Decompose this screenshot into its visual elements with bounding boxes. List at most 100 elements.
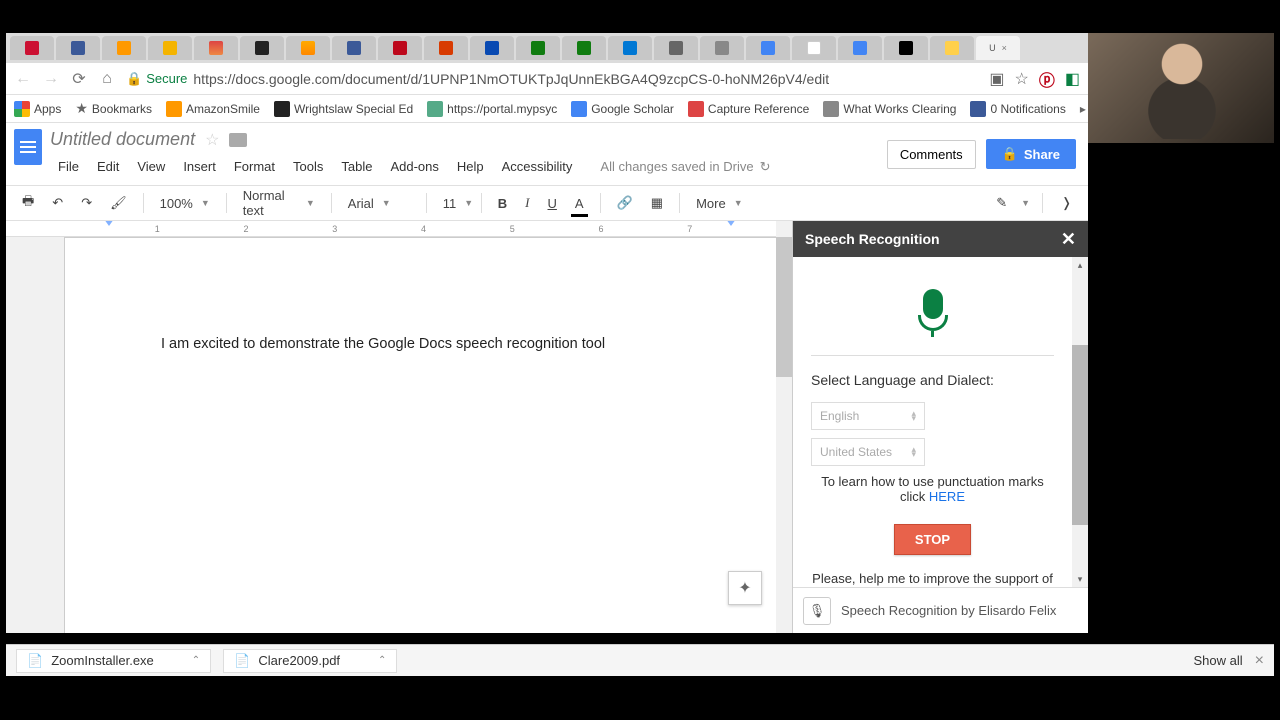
browser-tab[interactable] (424, 36, 468, 60)
home-button[interactable]: ⌂ (98, 70, 116, 88)
paint-format-button[interactable]: 🖌 (104, 191, 133, 215)
underline-button[interactable]: U (542, 192, 563, 215)
menu-help[interactable]: Help (449, 156, 492, 177)
editing-mode-caret[interactable]: ▼ (1021, 198, 1030, 208)
bold-button[interactable]: B (492, 192, 513, 215)
apps-button[interactable]: Apps (14, 101, 61, 117)
menu-accessibility[interactable]: Accessibility (494, 156, 581, 177)
menu-table[interactable]: Table (333, 156, 380, 177)
bookmark-item[interactable]: What Works Clearing (823, 101, 956, 117)
menu-insert[interactable]: Insert (175, 156, 224, 177)
browser-tab[interactable] (240, 36, 284, 60)
bookmarks-button[interactable]: Bookmarks (75, 100, 152, 117)
redo-button[interactable]: ↷ (75, 191, 98, 215)
editing-mode-button[interactable]: ✎ (990, 191, 1013, 215)
reload-button[interactable]: ⟳ (70, 70, 88, 88)
menu-edit[interactable]: Edit (89, 156, 127, 177)
browser-tab[interactable] (746, 36, 790, 60)
share-button[interactable]: 🔒Share (986, 139, 1076, 169)
move-to-folder-button[interactable] (229, 133, 247, 147)
browser-tab[interactable] (286, 36, 330, 60)
browser-tab-active[interactable]: U× (976, 36, 1020, 60)
scrollbar-thumb[interactable] (1072, 345, 1088, 525)
font-size-select[interactable]: 11▼ (437, 196, 471, 211)
microphone-icon[interactable] (916, 289, 950, 331)
tab-close-icon[interactable]: × (1002, 43, 1007, 53)
extension-icon[interactable]: ◧ (1065, 69, 1080, 89)
docs-logo[interactable] (6, 123, 50, 185)
menu-addons[interactable]: Add-ons (382, 156, 446, 177)
history-icon[interactable]: ↻ (760, 159, 771, 175)
language-select[interactable]: English▴▾ (811, 402, 925, 430)
bookmark-overflow[interactable]: ▸ (1080, 102, 1086, 116)
browser-tab[interactable] (378, 36, 422, 60)
panel-scrollbar[interactable]: ▴ ▾ (1072, 257, 1088, 587)
chevron-up-icon[interactable]: ⌃ (378, 655, 386, 666)
undo-button[interactable]: ↶ (46, 191, 69, 215)
bookmark-item[interactable]: https://portal.mypsyc (427, 101, 557, 117)
scrollbar-thumb[interactable] (776, 237, 792, 377)
dialect-select[interactable]: United States▴▾ (811, 438, 925, 466)
ruler-indent-marker[interactable] (104, 221, 114, 226)
star-icon[interactable]: ☆ (1015, 69, 1029, 89)
browser-tab[interactable] (470, 36, 514, 60)
browser-tab[interactable] (884, 36, 928, 60)
document-title[interactable]: Untitled document (50, 129, 195, 150)
collapse-button[interactable]: ❭ (1055, 191, 1078, 215)
bookmark-item[interactable]: Wrightslaw Special Ed (274, 101, 413, 117)
link-button[interactable]: 🔗 (611, 191, 639, 215)
browser-tab[interactable] (516, 36, 560, 60)
text-color-button[interactable]: A (569, 192, 590, 215)
browser-tab[interactable] (700, 36, 744, 60)
scroll-down-button[interactable]: ▾ (1072, 571, 1088, 587)
italic-button[interactable]: I (519, 191, 535, 215)
browser-tab[interactable] (332, 36, 376, 60)
download-item[interactable]: 📄 ZoomInstaller.exe ⌃ (16, 649, 211, 673)
star-button[interactable]: ☆ (205, 130, 219, 150)
pinterest-icon[interactable]: ⓟ (1039, 67, 1055, 91)
document-page[interactable]: I am excited to demonstrate the Google D… (64, 237, 776, 633)
browser-tab[interactable] (792, 36, 836, 60)
bookmark-item[interactable]: Google Scholar (571, 101, 674, 117)
stop-button[interactable]: STOP (894, 524, 971, 555)
close-panel-button[interactable]: ✕ (1061, 229, 1076, 250)
close-downloads-bar[interactable]: × (1255, 652, 1264, 670)
comments-button[interactable]: Comments (887, 140, 976, 169)
print-button[interactable]: 🖶 (16, 188, 40, 218)
url-box[interactable]: 🔒Secure https://docs.google.com/document… (126, 71, 979, 87)
chevron-up-icon[interactable]: ⌃ (192, 655, 200, 666)
more-button[interactable]: More▼ (690, 196, 749, 211)
menu-format[interactable]: Format (226, 156, 283, 177)
back-button[interactable]: ← (14, 70, 32, 88)
browser-tab[interactable] (654, 36, 698, 60)
help-link[interactable]: HERE (929, 489, 965, 504)
browser-tab[interactable] (56, 36, 100, 60)
browser-tab[interactable] (562, 36, 606, 60)
camera-icon[interactable]: ▣ (989, 69, 1004, 89)
zoom-select[interactable]: 100%▼ (154, 196, 216, 211)
bookmark-item[interactable]: AmazonSmile (166, 101, 260, 117)
ruler[interactable]: 1 2 3 4 5 6 7 (6, 221, 776, 237)
browser-tab[interactable] (194, 36, 238, 60)
style-select[interactable]: Normal text▼ (237, 188, 321, 218)
menu-tools[interactable]: Tools (285, 156, 331, 177)
browser-tab[interactable] (10, 36, 54, 60)
bookmark-item[interactable]: Capture Reference (688, 101, 809, 117)
addon-icon[interactable]: 🎙 (803, 597, 831, 625)
browser-tab[interactable] (930, 36, 974, 60)
show-all-downloads[interactable]: Show all (1194, 653, 1243, 668)
explore-button[interactable]: ✦ (728, 571, 762, 605)
forward-button[interactable]: → (42, 70, 60, 88)
font-select[interactable]: Arial▼ (342, 196, 416, 211)
bookmark-item[interactable]: 0 Notifications (970, 101, 1065, 117)
scroll-up-button[interactable]: ▴ (1072, 257, 1088, 273)
menu-file[interactable]: File (50, 156, 87, 177)
browser-tab[interactable] (102, 36, 146, 60)
browser-tab[interactable] (838, 36, 882, 60)
download-item[interactable]: 📄 Clare2009.pdf ⌃ (223, 649, 397, 673)
browser-tab[interactable] (148, 36, 192, 60)
browser-tab[interactable] (608, 36, 652, 60)
comment-button[interactable]: ▦ (645, 191, 669, 215)
vertical-scrollbar[interactable] (776, 237, 792, 633)
ruler-right-marker[interactable] (726, 221, 736, 226)
